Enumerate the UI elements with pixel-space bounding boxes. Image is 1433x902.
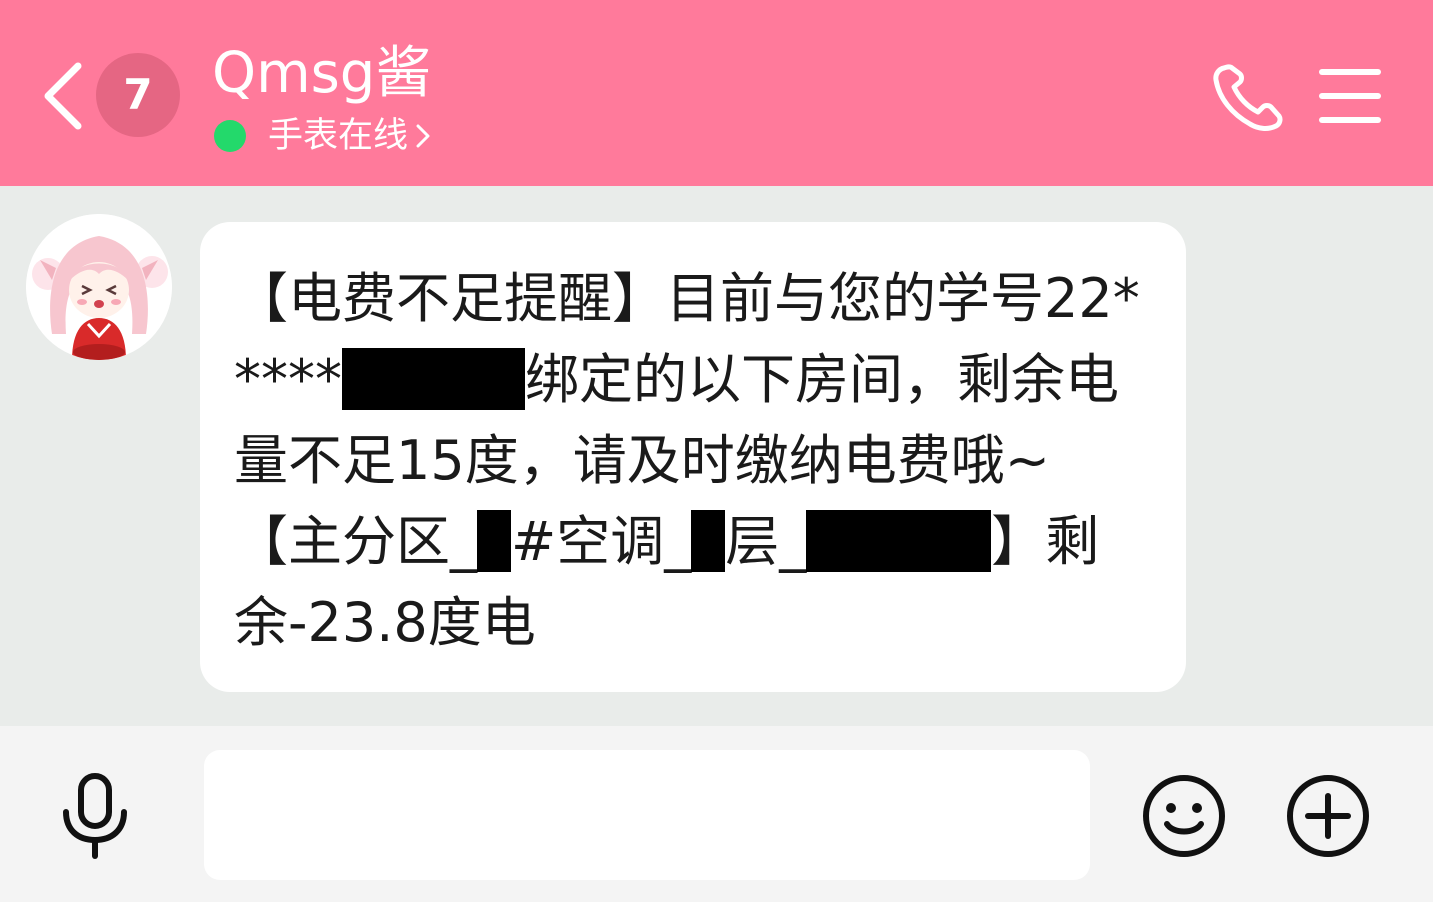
unread-count-badge[interactable]: 7 (96, 53, 180, 137)
message-input[interactable] (204, 750, 1090, 880)
contact-name[interactable]: Qmsg酱 (212, 38, 431, 110)
plus-circle-icon (1287, 775, 1369, 857)
redaction-block (477, 510, 511, 572)
chevron-left-icon (44, 62, 82, 130)
menu-button[interactable] (1318, 66, 1382, 126)
redaction-block (342, 348, 525, 410)
microphone-icon (63, 773, 127, 859)
phone-icon (1213, 64, 1283, 131)
status-text: 手表在线 (268, 116, 409, 156)
call-button[interactable] (1210, 60, 1286, 136)
anime-girl-avatar-icon (26, 214, 172, 360)
message-bubble[interactable]: 【电费不足提醒】目前与您的学号22***** 绑定的以下房间，剩余电量不足15度，… (200, 222, 1186, 692)
online-status[interactable]: 手表在线 (214, 114, 432, 158)
redaction-block (806, 510, 992, 572)
hamburger-menu-icon (1319, 69, 1381, 123)
online-dot-icon (214, 120, 246, 152)
smiley-icon (1143, 775, 1225, 857)
more-options-button[interactable] (1284, 772, 1372, 860)
emoji-button[interactable] (1140, 772, 1228, 860)
message-text: 【电费不足提醒】目前与您的学号22***** 绑定的以下房间，剩余电量不足15度，… (234, 258, 1154, 663)
redaction-block (691, 510, 726, 572)
contact-avatar[interactable] (26, 214, 172, 360)
chevron-right-icon (416, 124, 430, 148)
voice-button[interactable] (56, 770, 134, 862)
back-button[interactable] (36, 58, 92, 134)
message-text-part: #空调_ (511, 510, 692, 573)
message-text-part: 层_ (725, 510, 807, 573)
